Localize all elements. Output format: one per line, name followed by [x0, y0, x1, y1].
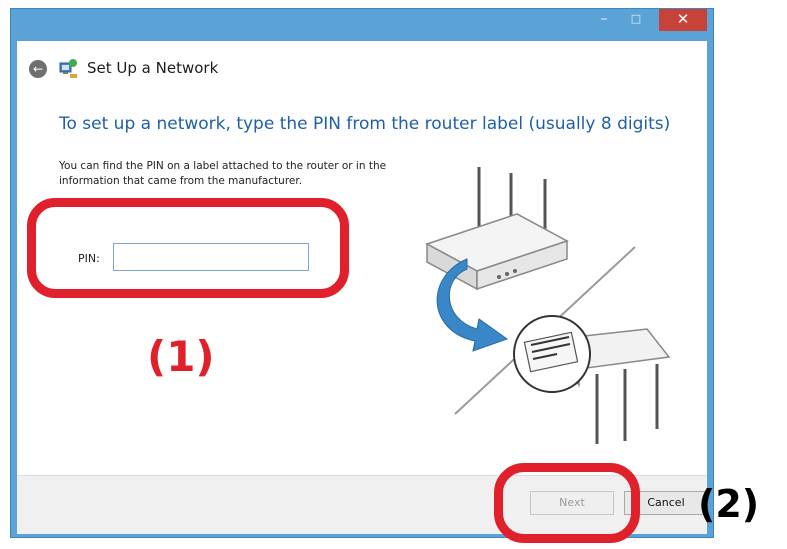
back-arrow-icon[interactable]: ←	[29, 60, 47, 78]
title-bar: – □ ✕	[11, 9, 713, 35]
router-illustration	[425, 167, 671, 444]
next-button-highlight	[494, 463, 640, 543]
wizard-title: Set Up a Network	[87, 59, 219, 77]
pin-field-highlight	[27, 198, 349, 298]
maximize-button[interactable]: □	[623, 9, 649, 31]
pin-help-text: You can find the PIN on a label attached…	[59, 160, 387, 187]
step-1-label: (1)	[147, 332, 215, 381]
network-wizard-icon	[59, 59, 77, 78]
main-instruction: To set up a network, type the PIN from t…	[59, 114, 671, 134]
wizard-header: ← Set Up a Network	[17, 41, 707, 97]
minimize-button[interactable]: –	[591, 9, 617, 31]
close-button[interactable]: ✕	[659, 9, 707, 31]
step-2-label: (2)	[698, 482, 760, 526]
